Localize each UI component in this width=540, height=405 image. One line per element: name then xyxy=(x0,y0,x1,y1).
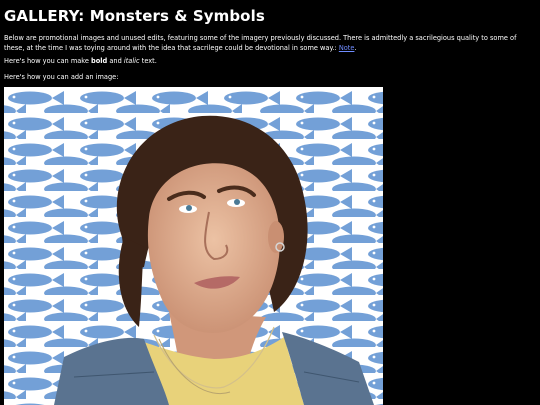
bold-line-prefix: Here's how you can make xyxy=(4,57,92,65)
image-example-line: Here's how you can add an image: xyxy=(4,73,119,81)
italic-word: italic xyxy=(123,57,140,65)
intro-paragraph: Below are promotional images and unused … xyxy=(4,33,536,53)
bold-word: bold xyxy=(91,57,108,65)
gallery-page: GALLERY: Monsters & Symbols Below are pr… xyxy=(0,0,540,405)
bold-line-middle: and xyxy=(107,57,124,65)
face xyxy=(147,163,280,333)
page-title: GALLERY: Monsters & Symbols xyxy=(4,7,265,25)
intro-end: . xyxy=(354,44,357,52)
gallery-photo xyxy=(4,87,383,405)
note-link[interactable]: Note xyxy=(339,44,355,52)
intro-text: Below are promotional images and unused … xyxy=(4,34,517,52)
bold-italic-example: Here's how you can make bold and italic … xyxy=(4,56,157,66)
photo-illustration xyxy=(4,87,383,405)
bold-line-suffix: text. xyxy=(139,57,157,65)
